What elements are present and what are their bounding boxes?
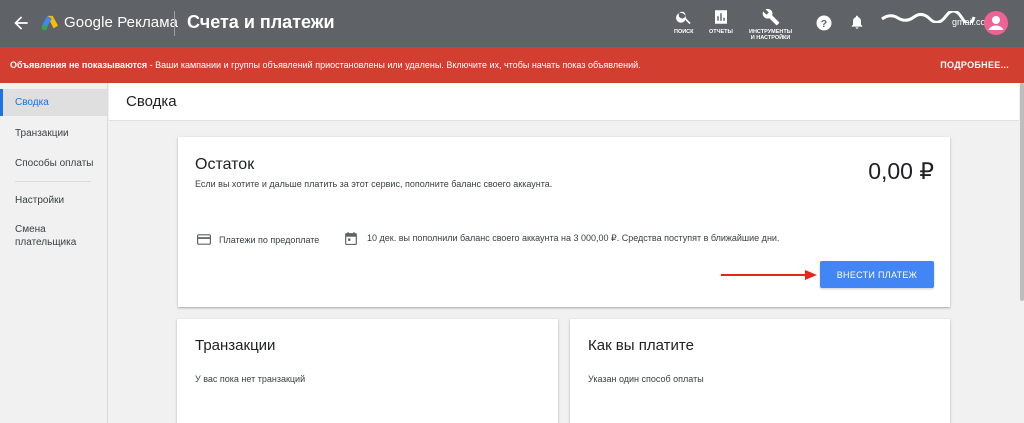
how-you-pay-card-title: Как вы платите: [588, 337, 694, 354]
alert-banner: Объявления не показываются - Ваши кампан…: [0, 47, 1024, 83]
sidebar-item-transactions[interactable]: Транзакции: [0, 127, 107, 140]
transactions-card: Транзакции У вас пока нет транзакций: [177, 319, 558, 423]
balance-title: Остаток: [195, 156, 255, 173]
reports-tool-button[interactable]: ОТЧЕТЫ: [709, 8, 733, 35]
sidebar-item-change-payer[interactable]: Смена плательщика: [0, 223, 90, 249]
search-icon: [675, 11, 691, 25]
search-tool-button[interactable]: ПОИСК: [674, 8, 694, 35]
wrench-icon: [762, 8, 779, 26]
search-tool-label: ПОИСК: [674, 29, 694, 35]
how-you-pay-card: Как вы платите Указан один способ оплаты: [570, 319, 950, 423]
sidebar-item-summary[interactable]: Сводка: [0, 89, 107, 116]
payment-note: 10 дек. вы пополнили баланс своего аккау…: [345, 232, 779, 245]
scrollbar[interactable]: [1020, 83, 1024, 301]
alert-message: Объявления не показываются - Ваши кампан…: [10, 60, 641, 70]
balance-subtitle: Если вы хотите и дальше платить за этот …: [195, 179, 553, 189]
svg-text:?: ?: [821, 18, 827, 30]
reports-tool-label: ОТЧЕТЫ: [709, 29, 733, 35]
main-header: Сводка: [109, 83, 1019, 121]
page-heading: Счета и платежи: [187, 12, 335, 32]
red-arrow-annotation: [721, 270, 817, 280]
make-payment-button[interactable]: ВНЕСТИ ПЛАТЕЖ: [820, 261, 934, 288]
user-icon: [988, 16, 1004, 30]
balance-amount: 0,00 ₽: [868, 158, 934, 184]
main-content: Сводка Остаток Если вы хотите и дальше п…: [109, 83, 1024, 423]
calendar-icon: [345, 232, 357, 245]
alert-bold-text: Объявления не показываются: [10, 60, 148, 70]
tools-settings-button[interactable]: ИНСТРУМЕНТЫ И НАСТРОЙКИ: [749, 8, 792, 41]
sidebar-item-settings[interactable]: Настройки: [0, 194, 107, 207]
alert-more-link[interactable]: ПОДРОБНЕЕ...: [940, 60, 1009, 70]
payment-note-text: 10 дек. вы пополнили баланс своего аккау…: [367, 233, 780, 243]
back-arrow-icon[interactable]: [11, 13, 31, 33]
how-you-pay-card-text: Указан один способ оплаты: [588, 374, 704, 384]
alert-text: - Ваши кампании и группы объявлений прио…: [147, 60, 641, 70]
tools-settings-label: ИНСТРУМЕНТЫ И НАСТРОЙКИ: [749, 29, 793, 41]
bar-chart-icon: [714, 10, 727, 24]
main-title: Сводка: [126, 93, 177, 110]
product-name[interactable]: Google Реклама: [64, 14, 178, 31]
help-icon[interactable]: ?: [815, 14, 833, 32]
sidebar-item-payment-methods[interactable]: Способы оплаты: [0, 157, 107, 170]
sidebar: Сводка Транзакции Способы оплаты Настрой…: [0, 83, 108, 423]
sidebar-divider: [15, 181, 91, 182]
payment-type: Платежи по предоплате: [197, 234, 319, 245]
google-ads-logo[interactable]: [41, 15, 59, 31]
transactions-card-text: У вас пока нет транзакций: [195, 374, 306, 384]
balance-card: Остаток Если вы хотите и дальше платить …: [178, 137, 950, 307]
credit-card-icon: [197, 234, 211, 245]
header-divider: [174, 11, 175, 36]
payment-type-label: Платежи по предоплате: [219, 234, 320, 245]
transactions-card-title: Транзакции: [195, 337, 276, 354]
bell-icon[interactable]: [849, 13, 865, 31]
top-bar: Google Реклама Счета и платежи ПОИСК ОТЧ…: [0, 0, 1024, 47]
avatar[interactable]: [984, 11, 1008, 35]
